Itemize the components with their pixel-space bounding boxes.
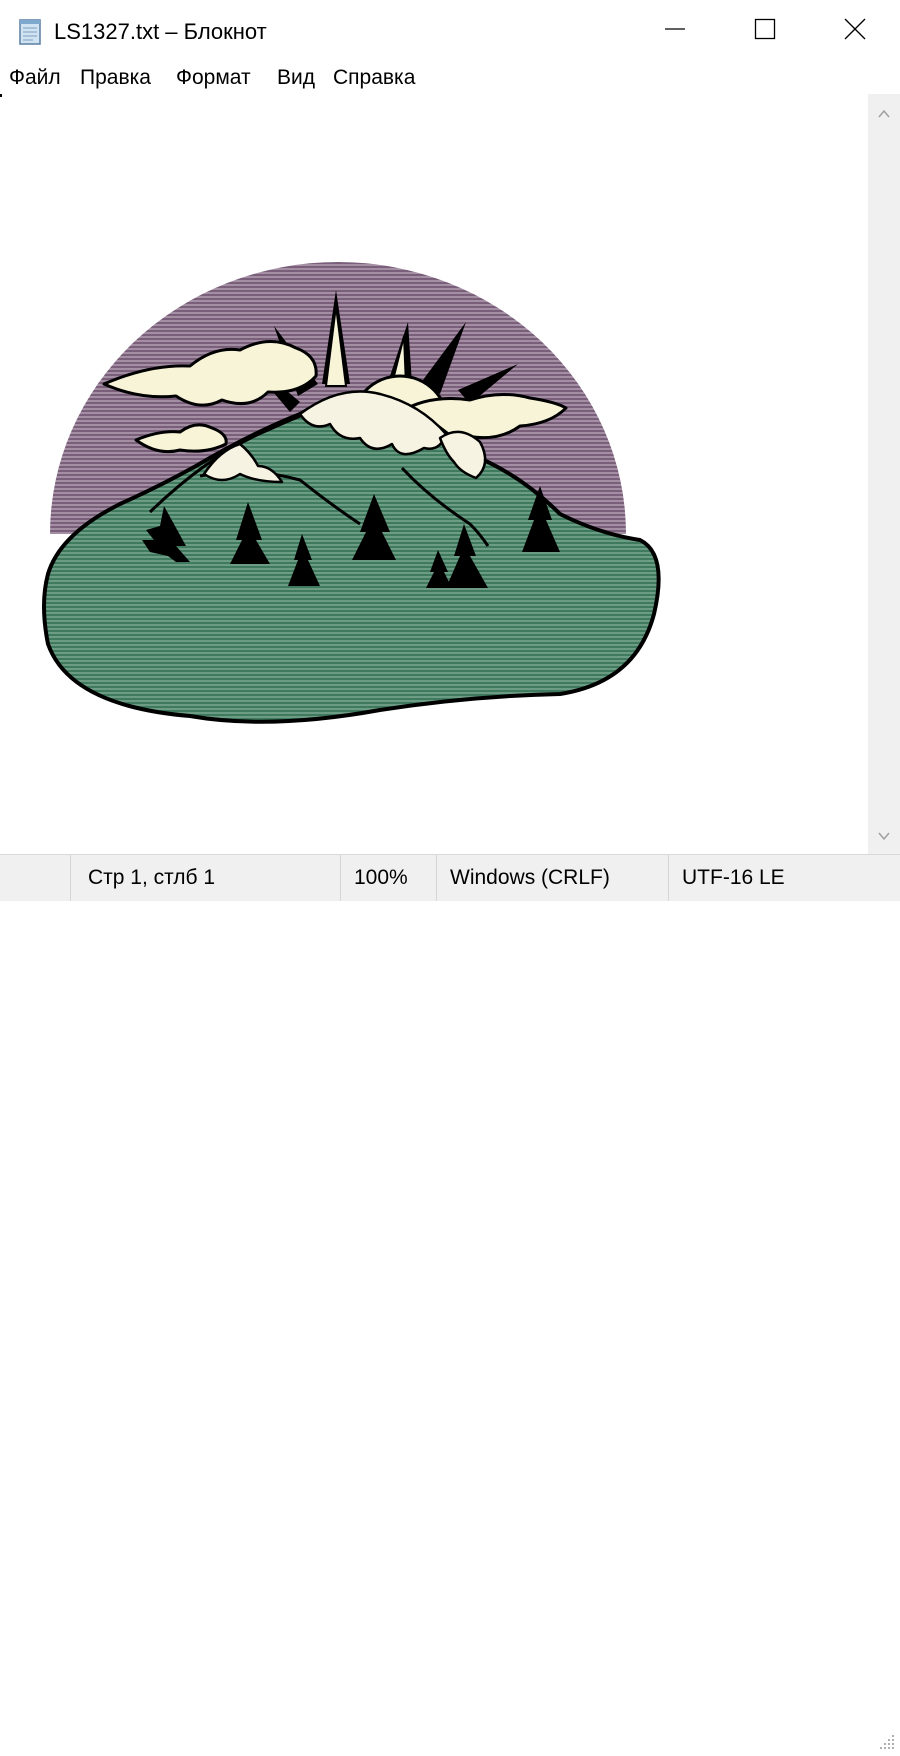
title-bar[interactable]: LS1327.txt – Блокнот <box>0 0 900 62</box>
status-separator <box>436 855 437 901</box>
status-separator <box>70 855 71 901</box>
close-button[interactable] <box>810 0 900 62</box>
status-separator <box>340 855 341 901</box>
maximize-icon <box>754 18 776 45</box>
close-icon <box>844 18 866 45</box>
resize-grip-icon[interactable] <box>878 1733 896 1751</box>
text-cursor <box>0 94 2 97</box>
status-separator <box>668 855 669 901</box>
menu-help[interactable]: Справка <box>333 64 415 92</box>
menu-edit[interactable]: Правка <box>80 64 151 92</box>
minimize-icon <box>664 18 686 45</box>
cursor-position: Стр 1, стлб 1 <box>88 866 216 889</box>
scroll-up-icon[interactable] <box>876 106 892 122</box>
menu-file[interactable]: Файл <box>9 64 61 92</box>
window-title: LS1327.txt – Блокнот <box>54 19 267 44</box>
line-endings: Windows (CRLF) <box>450 866 610 889</box>
status-bar: Стр 1, стлб 1 100% Windows (CRLF) UTF-16… <box>0 854 900 1749</box>
encoding: UTF-16 LE <box>682 866 785 889</box>
mountain-sun-clipart <box>42 262 661 724</box>
minimize-button[interactable] <box>630 0 720 62</box>
menu-format[interactable]: Формат <box>176 64 251 92</box>
maximize-button[interactable] <box>720 0 810 62</box>
scroll-down-icon[interactable] <box>876 828 892 844</box>
vertical-scrollbar[interactable] <box>868 94 900 854</box>
menu-bar: Файл Правка Формат Вид Справка <box>0 62 900 94</box>
menu-view[interactable]: Вид <box>277 64 315 92</box>
notepad-icon <box>18 18 42 46</box>
text-editor-area[interactable] <box>0 94 868 854</box>
zoom-level: 100% <box>354 866 408 889</box>
